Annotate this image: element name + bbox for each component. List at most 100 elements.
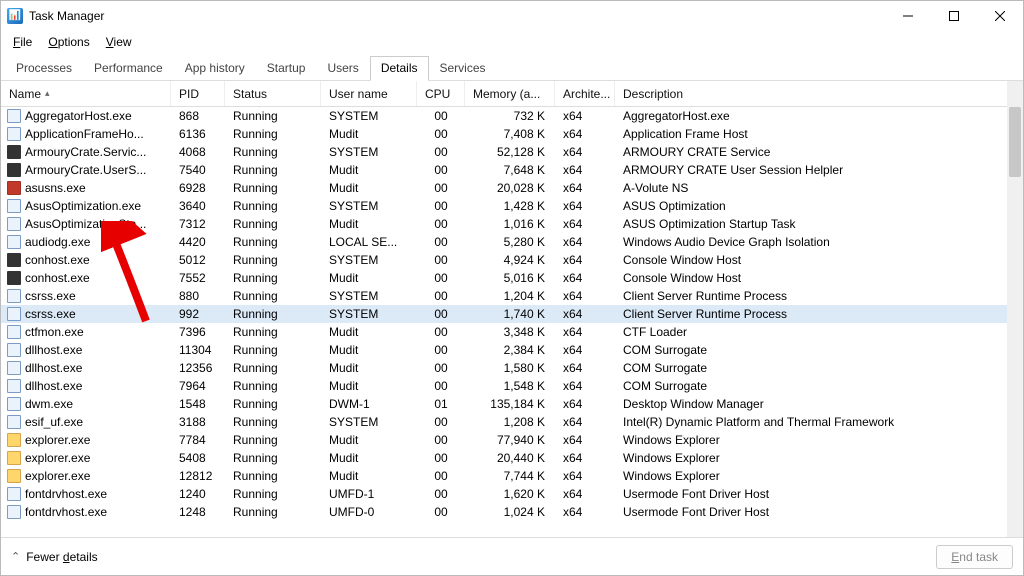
process-user: SYSTEM	[321, 199, 417, 213]
process-memory: 52,128 K	[465, 145, 555, 159]
header-cpu[interactable]: CPU	[417, 81, 465, 106]
process-name: AggregatorHost.exe	[25, 109, 132, 123]
header-arch[interactable]: Archite...	[555, 81, 615, 106]
process-pid: 7784	[171, 433, 225, 447]
process-icon	[7, 181, 21, 195]
process-cpu: 00	[417, 451, 465, 465]
process-arch: x64	[555, 307, 615, 321]
process-user: SYSTEM	[321, 253, 417, 267]
process-row[interactable]: explorer.exe5408RunningMudit0020,440 Kx6…	[1, 449, 1023, 467]
process-row[interactable]: dllhost.exe7964RunningMudit001,548 Kx64C…	[1, 377, 1023, 395]
process-icon	[7, 361, 21, 375]
process-icon	[7, 163, 21, 177]
chevron-up-icon: ⌃	[11, 550, 20, 563]
vertical-scrollbar[interactable]	[1007, 81, 1023, 537]
tab-startup[interactable]: Startup	[256, 56, 317, 80]
process-row[interactable]: fontdrvhost.exe1240RunningUMFD-1001,620 …	[1, 485, 1023, 503]
process-status: Running	[225, 145, 321, 159]
process-row[interactable]: audiodg.exe4420RunningLOCAL SE...005,280…	[1, 233, 1023, 251]
process-cpu: 00	[417, 325, 465, 339]
tab-processes[interactable]: Processes	[5, 56, 83, 80]
process-status: Running	[225, 469, 321, 483]
process-row[interactable]: explorer.exe7784RunningMudit0077,940 Kx6…	[1, 431, 1023, 449]
process-status: Running	[225, 199, 321, 213]
process-status: Running	[225, 487, 321, 501]
header-pid[interactable]: PID	[171, 81, 225, 106]
process-arch: x64	[555, 253, 615, 267]
process-user: Mudit	[321, 271, 417, 285]
process-memory: 1,016 K	[465, 217, 555, 231]
process-row[interactable]: explorer.exe12812RunningMudit007,744 Kx6…	[1, 467, 1023, 485]
process-row[interactable]: csrss.exe880RunningSYSTEM001,204 Kx64Cli…	[1, 287, 1023, 305]
titlebar[interactable]: Task Manager	[1, 1, 1023, 31]
header-memory[interactable]: Memory (a...	[465, 81, 555, 106]
menu-file[interactable]: File	[5, 33, 40, 51]
process-user: UMFD-1	[321, 487, 417, 501]
process-icon	[7, 217, 21, 231]
process-icon	[7, 127, 21, 141]
minimize-button[interactable]	[885, 1, 931, 31]
process-user: Mudit	[321, 379, 417, 393]
process-name: fontdrvhost.exe	[25, 505, 107, 519]
scroll-thumb[interactable]	[1009, 107, 1021, 177]
tab-performance[interactable]: Performance	[83, 56, 174, 80]
process-cpu: 00	[417, 415, 465, 429]
process-arch: x64	[555, 379, 615, 393]
process-row[interactable]: dllhost.exe12356RunningMudit001,580 Kx64…	[1, 359, 1023, 377]
header-description[interactable]: Description	[615, 81, 1023, 106]
sort-caret-icon: ▴	[45, 88, 50, 99]
process-icon	[7, 145, 21, 159]
header-name[interactable]: Name▴	[1, 81, 171, 106]
process-row[interactable]: csrss.exe992RunningSYSTEM001,740 Kx64Cli…	[1, 305, 1023, 323]
process-desc: Usermode Font Driver Host	[615, 505, 1023, 519]
process-row[interactable]: conhost.exe7552RunningMudit005,016 Kx64C…	[1, 269, 1023, 287]
tab-app-history[interactable]: App history	[174, 56, 256, 80]
process-desc: Console Window Host	[615, 253, 1023, 267]
tab-services[interactable]: Services	[429, 56, 497, 80]
close-button[interactable]	[977, 1, 1023, 31]
process-row[interactable]: dllhost.exe11304RunningMudit002,384 Kx64…	[1, 341, 1023, 359]
process-arch: x64	[555, 325, 615, 339]
process-user: Mudit	[321, 343, 417, 357]
tab-details[interactable]: Details	[370, 56, 429, 81]
process-icon	[7, 397, 21, 411]
process-row[interactable]: fontdrvhost.exe1248RunningUMFD-0001,024 …	[1, 503, 1023, 521]
maximize-button[interactable]	[931, 1, 977, 31]
process-arch: x64	[555, 415, 615, 429]
process-row[interactable]: AsusOptimization.exe3640RunningSYSTEM001…	[1, 197, 1023, 215]
process-cpu: 00	[417, 361, 465, 375]
process-arch: x64	[555, 289, 615, 303]
process-row[interactable]: conhost.exe5012RunningSYSTEM004,924 Kx64…	[1, 251, 1023, 269]
menu-view[interactable]: View	[98, 33, 140, 51]
header-user[interactable]: User name	[321, 81, 417, 106]
process-pid: 7396	[171, 325, 225, 339]
process-memory: 1,580 K	[465, 361, 555, 375]
process-row[interactable]: ctfmon.exe7396RunningMudit003,348 Kx64CT…	[1, 323, 1023, 341]
header-status[interactable]: Status	[225, 81, 321, 106]
process-row[interactable]: ApplicationFrameHo...6136RunningMudit007…	[1, 125, 1023, 143]
process-user: LOCAL SE...	[321, 235, 417, 249]
process-arch: x64	[555, 181, 615, 195]
process-status: Running	[225, 433, 321, 447]
process-cpu: 00	[417, 181, 465, 195]
process-status: Running	[225, 181, 321, 195]
process-cpu: 00	[417, 307, 465, 321]
process-row[interactable]: AsusOptimizationSta...7312RunningMudit00…	[1, 215, 1023, 233]
process-pid: 1240	[171, 487, 225, 501]
process-row[interactable]: dwm.exe1548RunningDWM-101135,184 Kx64Des…	[1, 395, 1023, 413]
process-cpu: 01	[417, 397, 465, 411]
tab-users[interactable]: Users	[316, 56, 369, 80]
fewer-details-toggle[interactable]: ⌃ Fewer details	[11, 550, 98, 564]
process-desc: Windows Explorer	[615, 451, 1023, 465]
process-row[interactable]: ArmouryCrate.UserS...7540RunningMudit007…	[1, 161, 1023, 179]
process-row[interactable]: esif_uf.exe3188RunningSYSTEM001,208 Kx64…	[1, 413, 1023, 431]
process-icon	[7, 451, 21, 465]
process-row[interactable]: ArmouryCrate.Servic...4068RunningSYSTEM0…	[1, 143, 1023, 161]
process-status: Running	[225, 379, 321, 393]
process-row[interactable]: asusns.exe6928RunningMudit0020,028 Kx64A…	[1, 179, 1023, 197]
process-name: dllhost.exe	[25, 343, 82, 357]
process-arch: x64	[555, 469, 615, 483]
menu-options[interactable]: Options	[40, 33, 97, 51]
process-row[interactable]: AggregatorHost.exe868RunningSYSTEM00732 …	[1, 107, 1023, 125]
end-task-button[interactable]: End task	[936, 545, 1013, 569]
